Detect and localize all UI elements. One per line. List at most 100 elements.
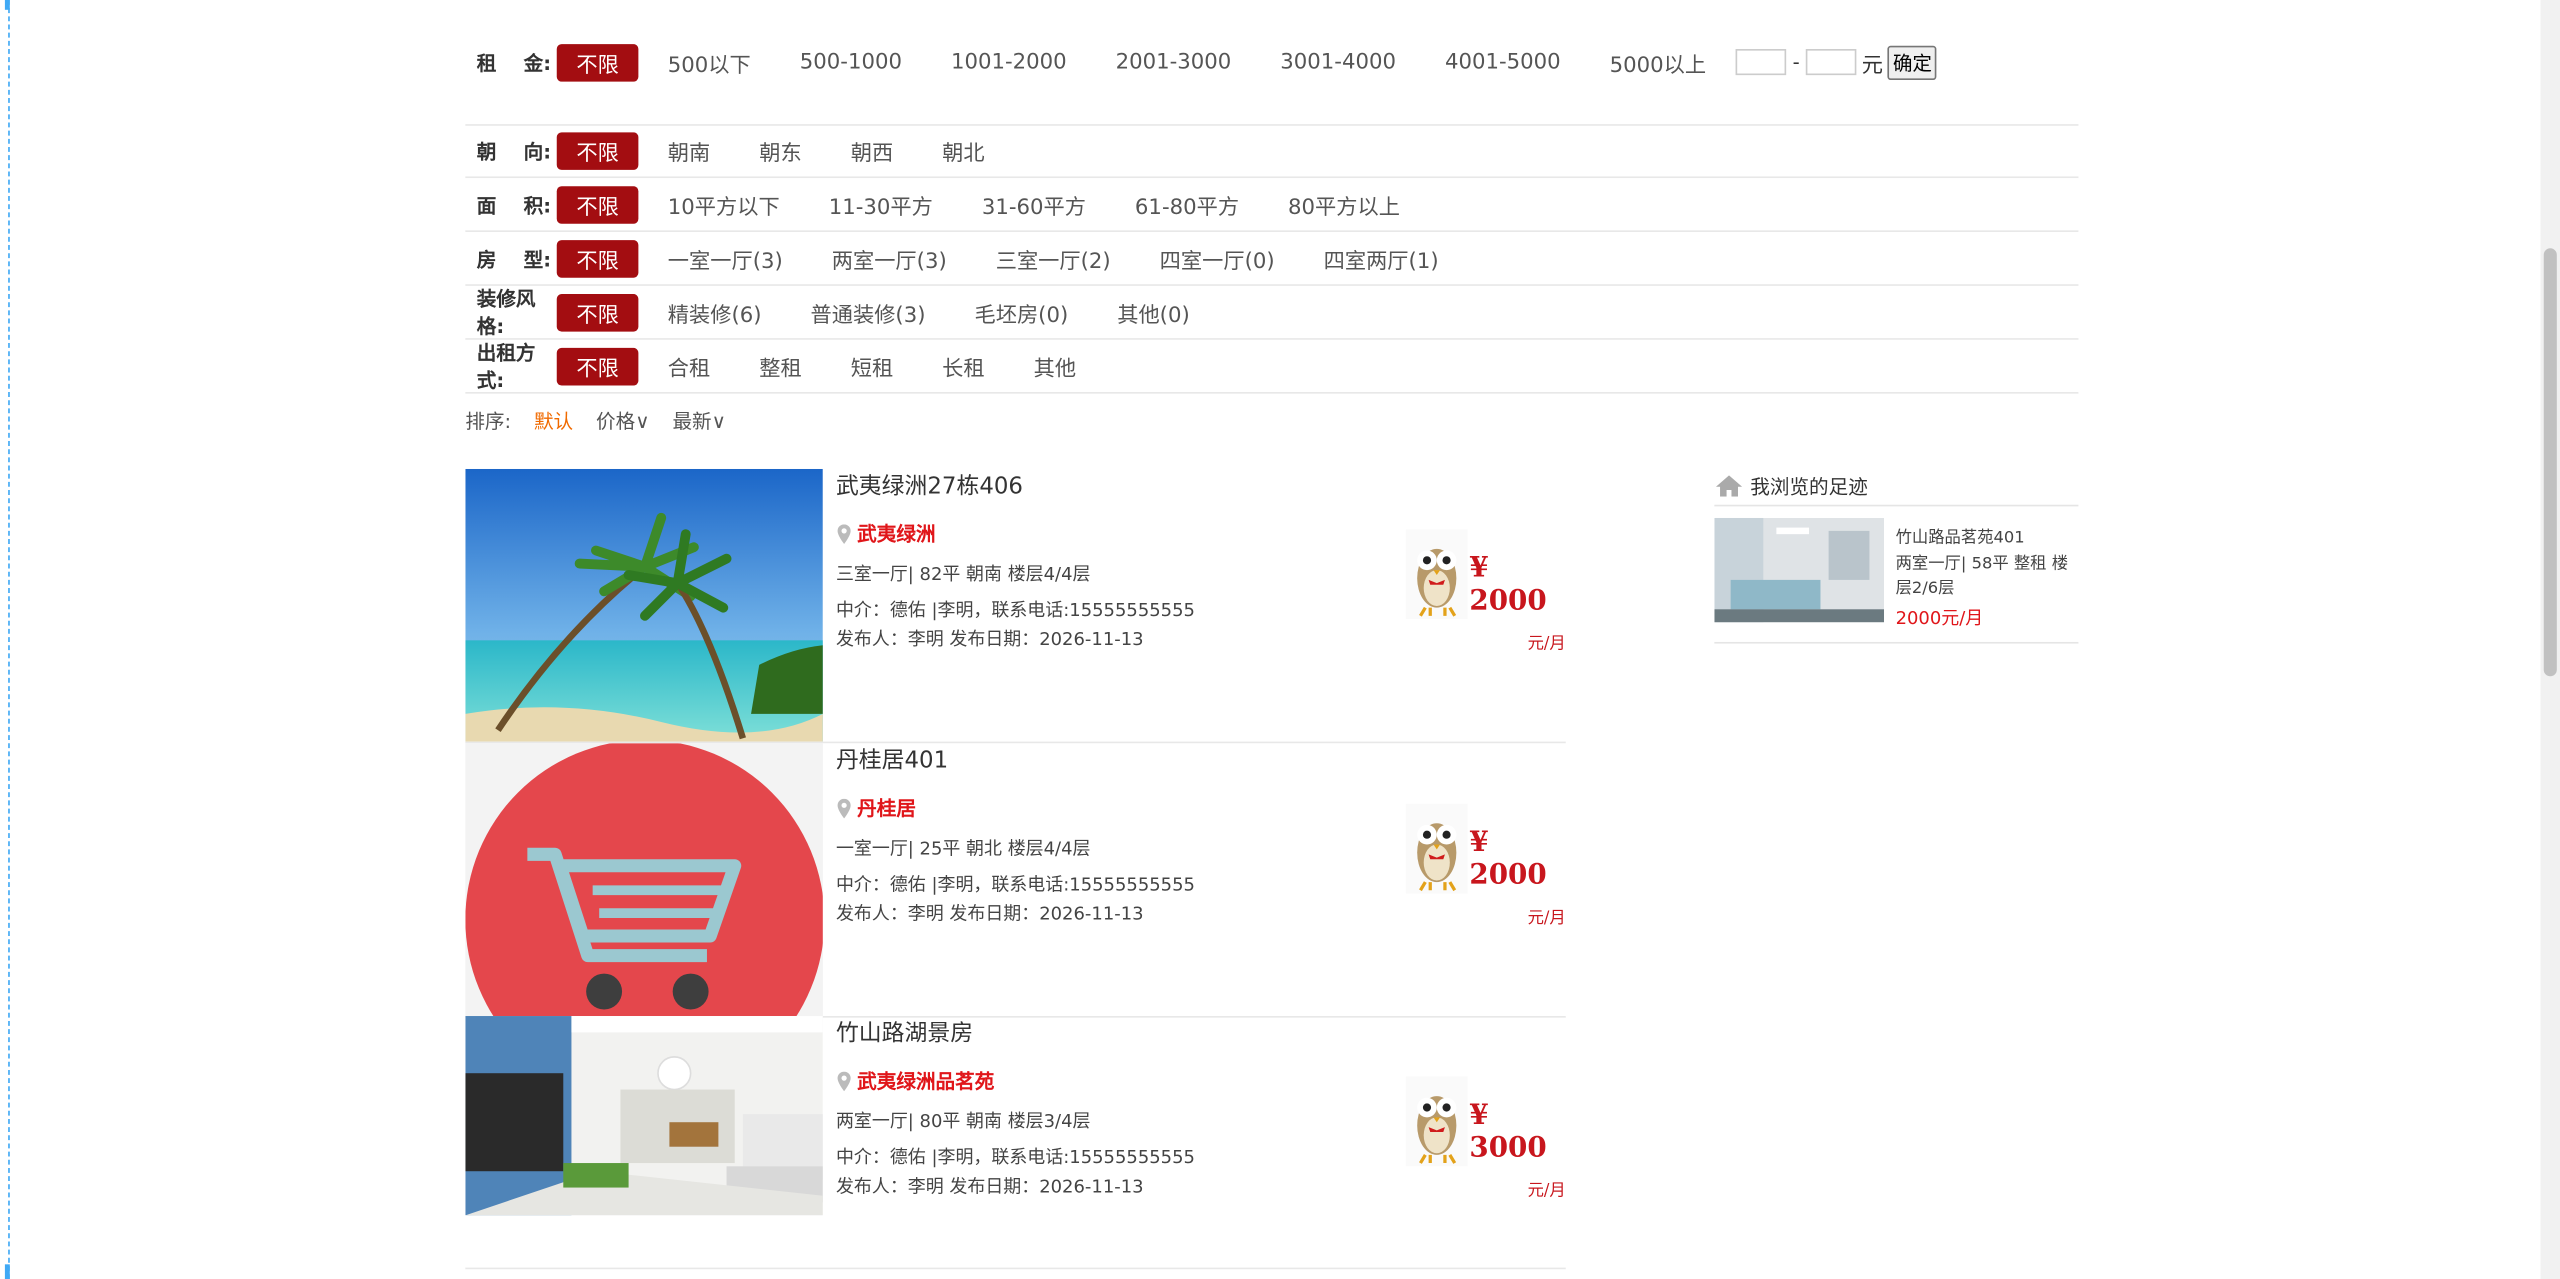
filter-label: 装修风格: [476,287,536,339]
listing-price: ¥ 2000 [1469,552,1547,618]
filter-decor: 装修风格: 不限 精装修(6) 普通装修(3) 毛坯房(0) 其他(0) [465,286,2079,340]
listing-meta: 两室一厅| 80平 朝南 楼层3/4层 [835,1110,1091,1133]
owl-icon [1405,1076,1468,1167]
listing-title[interactable]: 丹桂居401 [836,743,948,776]
guide-marker [4,0,10,10]
history-photo[interactable] [1714,517,1885,623]
listing-photo[interactable] [465,468,823,742]
owl-icon [1405,529,1468,620]
listing-photo[interactable] [465,1016,823,1216]
scrollbar-thumb[interactable] [2543,248,2557,677]
listing-meta: 一室一厅| 25平 朝北 楼层4/4层 [835,837,1091,860]
sidebar-header: 我浏览的足迹 [1714,466,2079,507]
filter-option-all[interactable]: 不限 [556,131,639,170]
sort-newest[interactable]: 最新∨ [672,407,726,435]
filter-option[interactable]: 1001-2000 [951,50,1067,75]
filter-renttype: 出租方式: 不限 合租 整租 短租 长租 其他 [465,340,2079,394]
filter-option[interactable]: 500以下 [668,47,751,78]
filter-option[interactable]: 朝北 [942,135,984,166]
filter-option[interactable]: 2001-3000 [1116,50,1232,75]
filter-option[interactable]: 朝西 [851,135,893,166]
listing-card[interactable]: 丹桂居401 丹桂居 一室一厅| 25平 朝北 楼层4/4层 中介：德佑 |李明… [465,743,1566,1018]
filter-option[interactable]: 短租 [851,350,893,382]
price-unit: 元/月 [1527,635,1566,654]
filter-option[interactable]: 一室一厅(3) [668,243,783,274]
confirm-button[interactable]: 确定 [1887,44,1937,80]
history-price: 2000元/月 [1895,607,1984,629]
filter-option[interactable]: 普通装修(3) [811,296,926,328]
filter-option[interactable]: 朝南 [668,135,710,166]
listing-photo[interactable] [465,743,823,1017]
filter-option[interactable]: 两室一厅(3) [832,243,947,274]
min-rent-input[interactable] [1735,49,1787,76]
filter-label: 房 型: [476,247,552,271]
filter-layout: 房 型: 不限 一室一厅(3) 两室一厅(3) 三室一厅(2) 四室一厅(0) … [465,232,2079,286]
filter-option[interactable]: 四室两厅(1) [1324,243,1439,274]
location-pin-icon [837,523,851,544]
divider [465,1267,1566,1270]
sort-price[interactable]: 价格∨ [596,407,650,435]
unit-label: 元 [1861,53,1884,78]
listing-zone[interactable]: 武夷绿洲 [836,519,936,547]
filter-label: 朝 向: [476,139,552,163]
filter-area: 面 积: 不限 10平方以下 11-30平方 31-60平方 61-80平方 8… [465,178,2079,232]
max-rent-input[interactable] [1806,49,1857,76]
filter-label: 租 金: [476,51,552,75]
filter-option[interactable]: 10平方以下 [668,189,780,220]
filter-option-all[interactable]: 不限 [556,43,639,81]
sort-label: 排序: [465,410,512,433]
filter-option[interactable]: 精装修(6) [668,296,762,328]
filter-option[interactable]: 其他 [1034,350,1076,382]
filter-rent: 租 金: 不限 500以下 500-1000 1001-2000 2001-30… [465,0,2079,126]
filter-option-all[interactable]: 不限 [556,347,639,385]
filter-option[interactable]: 11-30平方 [829,189,933,220]
location-pin-icon [837,1070,851,1091]
range-separator: - [1792,50,1800,74]
filter-option[interactable]: 3001-4000 [1280,50,1396,75]
filter-option[interactable]: 5000以上 [1610,47,1706,78]
filter-option[interactable]: 长租 [942,350,984,382]
listing-agent: 中介：德佑 |李明，联系电话:15555555555 [835,1146,1195,1168]
listing-agent: 中介：德佑 |李明，联系电话:15555555555 [835,873,1195,896]
guide-marker [4,1264,10,1279]
listing-price: ¥ 2000 [1469,826,1547,892]
listing-card[interactable]: 竹山路湖景房 武夷绿洲品茗苑 两室一厅| 80平 朝南 楼层3/4层 中介：德佑… [465,1016,1566,1279]
listing-meta: 三室一厅| 82平 朝南 楼层4/4层 [835,563,1091,585]
filter-orientation: 朝 向: 不限 朝南 朝东 朝西 朝北 [465,124,2079,179]
listing-zone[interactable]: 武夷绿洲品茗苑 [836,1067,994,1095]
filter-option[interactable]: 朝东 [759,135,801,166]
filter-option[interactable]: 整租 [759,350,801,382]
price-unit: 元/月 [1527,1182,1566,1201]
filter-option[interactable]: 四室一厅(0) [1160,243,1275,274]
zone-name: 武夷绿洲 [857,522,936,546]
filter-option-all[interactable]: 不限 [556,293,639,331]
filter-option[interactable]: 其他(0) [1117,296,1190,328]
listing-card[interactable]: 武夷绿洲27栋406 武夷绿洲 三室一厅| 82平 朝南 楼层4/4层 中介：德… [465,468,1566,744]
filter-option[interactable]: 31-60平方 [982,189,1086,220]
filter-option-all[interactable]: 不限 [556,239,639,277]
filter-option[interactable]: 500-1000 [800,50,902,75]
page: 租 金: 不限 500以下 500-1000 1001-2000 2001-30… [0,0,2560,1279]
scrollbar[interactable] [2540,0,2560,1279]
history-title[interactable]: 竹山路品茗苑401 [1896,523,2025,547]
listing-title[interactable]: 武夷绿洲27栋406 [836,469,1023,502]
filter-option[interactable]: 4001-5000 [1445,50,1561,75]
filter-label: 面 积: [476,193,552,217]
listing-publisher: 发布人：李明 发布日期：2026-11-13 [835,1176,1144,1198]
filter-option[interactable]: 80平方以上 [1288,189,1400,220]
listing-publisher: 发布人：李明 发布日期：2026-11-13 [835,903,1144,925]
history-item[interactable]: 竹山路品茗苑401 两室一厅| 58平 整租 楼层2/6层 2000元/月 [1714,506,2079,644]
filter-option[interactable]: 三室一厅(2) [996,243,1111,274]
home-icon [1715,474,1743,496]
filter-option-all[interactable]: 不限 [556,185,639,223]
filter-option[interactable]: 毛坯房(0) [974,296,1068,328]
location-pin-icon [837,797,851,818]
sort-default[interactable]: 默认 [534,407,573,435]
filter-option[interactable]: 合租 [668,350,710,382]
listing-zone[interactable]: 丹桂居 [836,794,916,822]
listing-price: ¥ 3000 [1469,1099,1547,1165]
owl-icon [1405,803,1468,894]
filter-option[interactable]: 61-80平方 [1135,189,1239,220]
listing-title[interactable]: 竹山路湖景房 [836,1016,973,1049]
zone-name: 丹桂居 [857,797,916,821]
